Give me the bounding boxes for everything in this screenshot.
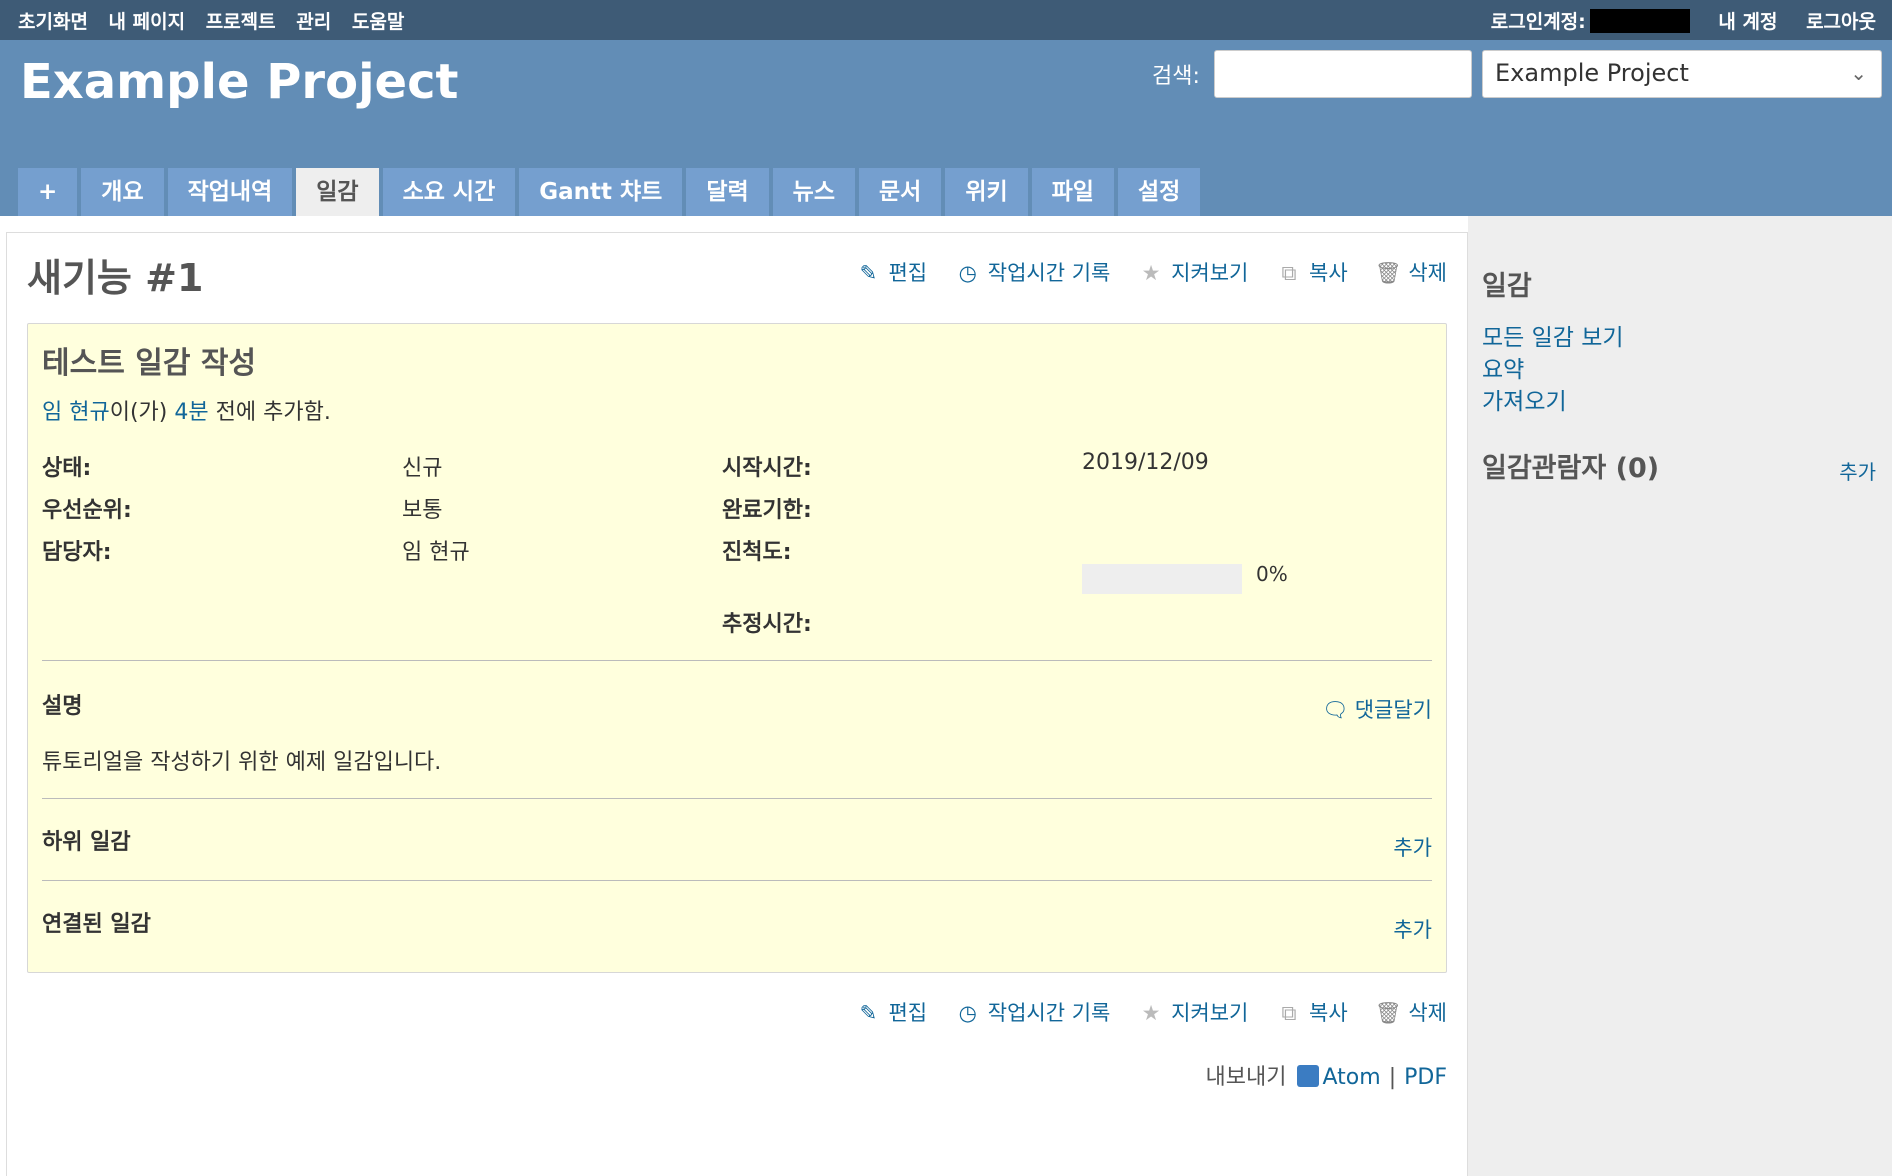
top-menu: 초기화면 내 페이지 프로젝트 관리 도움말 로그인계정: 내 계정 로그아웃 [0, 0, 1892, 40]
issue-heading: 새기능 #1 [27, 256, 204, 300]
tab-documents[interactable]: 문서 [858, 168, 942, 216]
priority-value: 보통 [402, 498, 443, 523]
sidebar-link-all-issues[interactable]: 모든 일감 보기 [1482, 318, 1624, 352]
watch-button[interactable]: ★ 지켜보기 [1137, 997, 1249, 1027]
relations-title: 연결된 일감 [42, 912, 151, 937]
sidebar-title: 일감 [1482, 271, 1532, 302]
copy-icon: ⧉ [1281, 1001, 1297, 1025]
divider [42, 660, 1432, 661]
start-date-label: 시작시간: [722, 456, 812, 481]
priority-label: 우선순위: [42, 498, 132, 523]
search-input[interactable] [1214, 50, 1472, 98]
top-menu-left: 초기화면 내 페이지 프로젝트 관리 도움말 [18, 7, 418, 34]
divider [42, 798, 1432, 799]
tab-activity[interactable]: 작업내역 [167, 168, 293, 216]
sidebar: 일감 모든 일감 보기 요약 가져오기 일감관람자 (0) 추가 [1468, 216, 1892, 1176]
due-date-label: 완료기한: [722, 498, 812, 523]
clock-icon: ◷ [958, 261, 977, 285]
edit-button[interactable]: ✎ 편집 [854, 997, 927, 1027]
add-watcher-link[interactable]: 추가 [1839, 456, 1876, 485]
sidebar-link-summary[interactable]: 요약 [1482, 350, 1524, 384]
tab-issues[interactable]: 일감 [296, 168, 379, 216]
description-title: 설명 [42, 694, 83, 719]
progress-label: 진척도: [722, 540, 792, 565]
tab-wiki[interactable]: 위키 [945, 168, 1028, 216]
trash-icon: 🗑 [1375, 261, 1402, 285]
trash-icon: 🗑 [1375, 1001, 1402, 1025]
log-time-button[interactable]: ◷ 작업시간 기록 [954, 257, 1111, 287]
issue-actions-top: ✎ 편집 ◷ 작업시간 기록 ★ 지켜보기 ⧉ 복사 🗑 삭제 [834, 257, 1447, 287]
star-icon: ★ [1141, 261, 1161, 285]
help-link[interactable]: 도움말 [352, 11, 404, 33]
account-menu: 로그인계정: 내 계정 로그아웃 [1491, 7, 1876, 34]
masked-username [1589, 9, 1690, 33]
copy-button[interactable]: ⧉ 복사 [1275, 257, 1348, 287]
issue-details: 테스트 일감 작성 임 현규이(가) 4분 전에 추가함. 상태: 신규 우선순… [27, 323, 1447, 973]
home-link[interactable]: 초기화면 [18, 11, 88, 33]
project-select-value: Example Project [1495, 59, 1689, 87]
edit-button[interactable]: ✎ 편집 [854, 257, 927, 287]
author-line: 임 현규이(가) 4분 전에 추가함. [42, 400, 331, 425]
logged-as-label: 로그인계정: [1491, 9, 1690, 33]
time-ago-link[interactable]: 4분 [174, 400, 208, 425]
tab-spent-time[interactable]: 소요 시간 [382, 168, 516, 216]
progress-bar [1082, 564, 1242, 594]
quote-button[interactable]: 🗨 댓글달기 [1322, 694, 1432, 724]
tab-gantt[interactable]: Gantt 챠트 [519, 168, 683, 216]
add-relation-link[interactable]: 추가 [1393, 914, 1432, 944]
watchers-title: 일감관람자 (0) [1482, 453, 1660, 484]
log-time-button[interactable]: ◷ 작업시간 기록 [954, 997, 1111, 1027]
assignee-label: 담당자: [42, 540, 112, 565]
tab-settings[interactable]: 설정 [1117, 168, 1201, 216]
logout-link[interactable]: 로그아웃 [1806, 11, 1876, 33]
tab-calendar[interactable]: 달력 [686, 168, 769, 216]
estimated-time-label: 추정시간: [722, 612, 812, 637]
author-link[interactable]: 임 현규 [42, 400, 110, 425]
pdf-link[interactable]: PDF [1404, 1065, 1447, 1090]
search-label: 검색: [1152, 64, 1200, 89]
export-label: 내보내기 [1205, 1065, 1287, 1090]
main-menu: + 개요 작업내역 일감 소요 시간 Gantt 챠트 달력 뉴스 문서 위키 파일 설정 [18, 168, 1204, 216]
rss-feed-icon [1296, 1065, 1319, 1087]
content: 새기능 #1 ✎ 편집 ◷ 작업시간 기록 ★ 지켜보기 ⧉ 복사 🗑 삭제 테스트 일감… [6, 232, 1468, 1176]
copy-button[interactable]: ⧉ 복사 [1275, 997, 1348, 1027]
watch-button[interactable]: ★ 지켜보기 [1137, 257, 1249, 287]
projects-link[interactable]: 프로젝트 [206, 11, 276, 33]
assignee-link[interactable]: 임 현규 [402, 534, 470, 566]
clock-icon: ◷ [958, 1001, 977, 1025]
pencil-icon: ✎ [859, 1001, 878, 1025]
export-separator: | [1388, 1065, 1397, 1090]
subtasks-title: 하위 일감 [42, 830, 131, 855]
export-links: 내보내기 Atom | PDF [1206, 1059, 1447, 1091]
divider [42, 880, 1432, 881]
description-text: 튜토리얼을 작성하기 위한 예제 일감입니다. [42, 750, 442, 775]
progress-value: 0% [1256, 562, 1288, 586]
issue-subject: 테스트 일감 작성 [42, 346, 257, 381]
tab-news[interactable]: 뉴스 [772, 168, 855, 216]
admin-link[interactable]: 관리 [296, 11, 331, 33]
status-label: 상태: [42, 456, 92, 481]
start-date-value: 2019/12/09 [1082, 450, 1209, 475]
speech-bubble-icon: 🗨 [1322, 698, 1349, 722]
status-value: 신규 [402, 456, 443, 481]
copy-icon: ⧉ [1281, 261, 1297, 285]
sidebar-link-import[interactable]: 가져오기 [1482, 382, 1567, 416]
my-account-link[interactable]: 내 계정 [1718, 11, 1777, 33]
star-icon: ★ [1141, 1001, 1161, 1025]
tab-new[interactable]: + [18, 168, 78, 216]
tab-overview[interactable]: 개요 [81, 168, 164, 216]
atom-link[interactable]: Atom [1323, 1065, 1381, 1090]
pencil-icon: ✎ [859, 261, 878, 285]
project-jump-select[interactable]: Example Project ⌄ [1482, 50, 1882, 98]
delete-button[interactable]: 🗑 삭제 [1374, 997, 1447, 1027]
issue-actions-bottom: ✎ 편집 ◷ 작업시간 기록 ★ 지켜보기 ⧉ 복사 🗑 삭제 [834, 997, 1447, 1027]
my-page-link[interactable]: 내 페이지 [109, 11, 186, 33]
delete-button[interactable]: 🗑 삭제 [1374, 257, 1447, 287]
tab-files[interactable]: 파일 [1031, 168, 1114, 216]
add-subtask-link[interactable]: 추가 [1393, 832, 1432, 862]
project-title: Example Project [20, 54, 459, 110]
chevron-down-icon: ⌄ [1850, 61, 1867, 85]
